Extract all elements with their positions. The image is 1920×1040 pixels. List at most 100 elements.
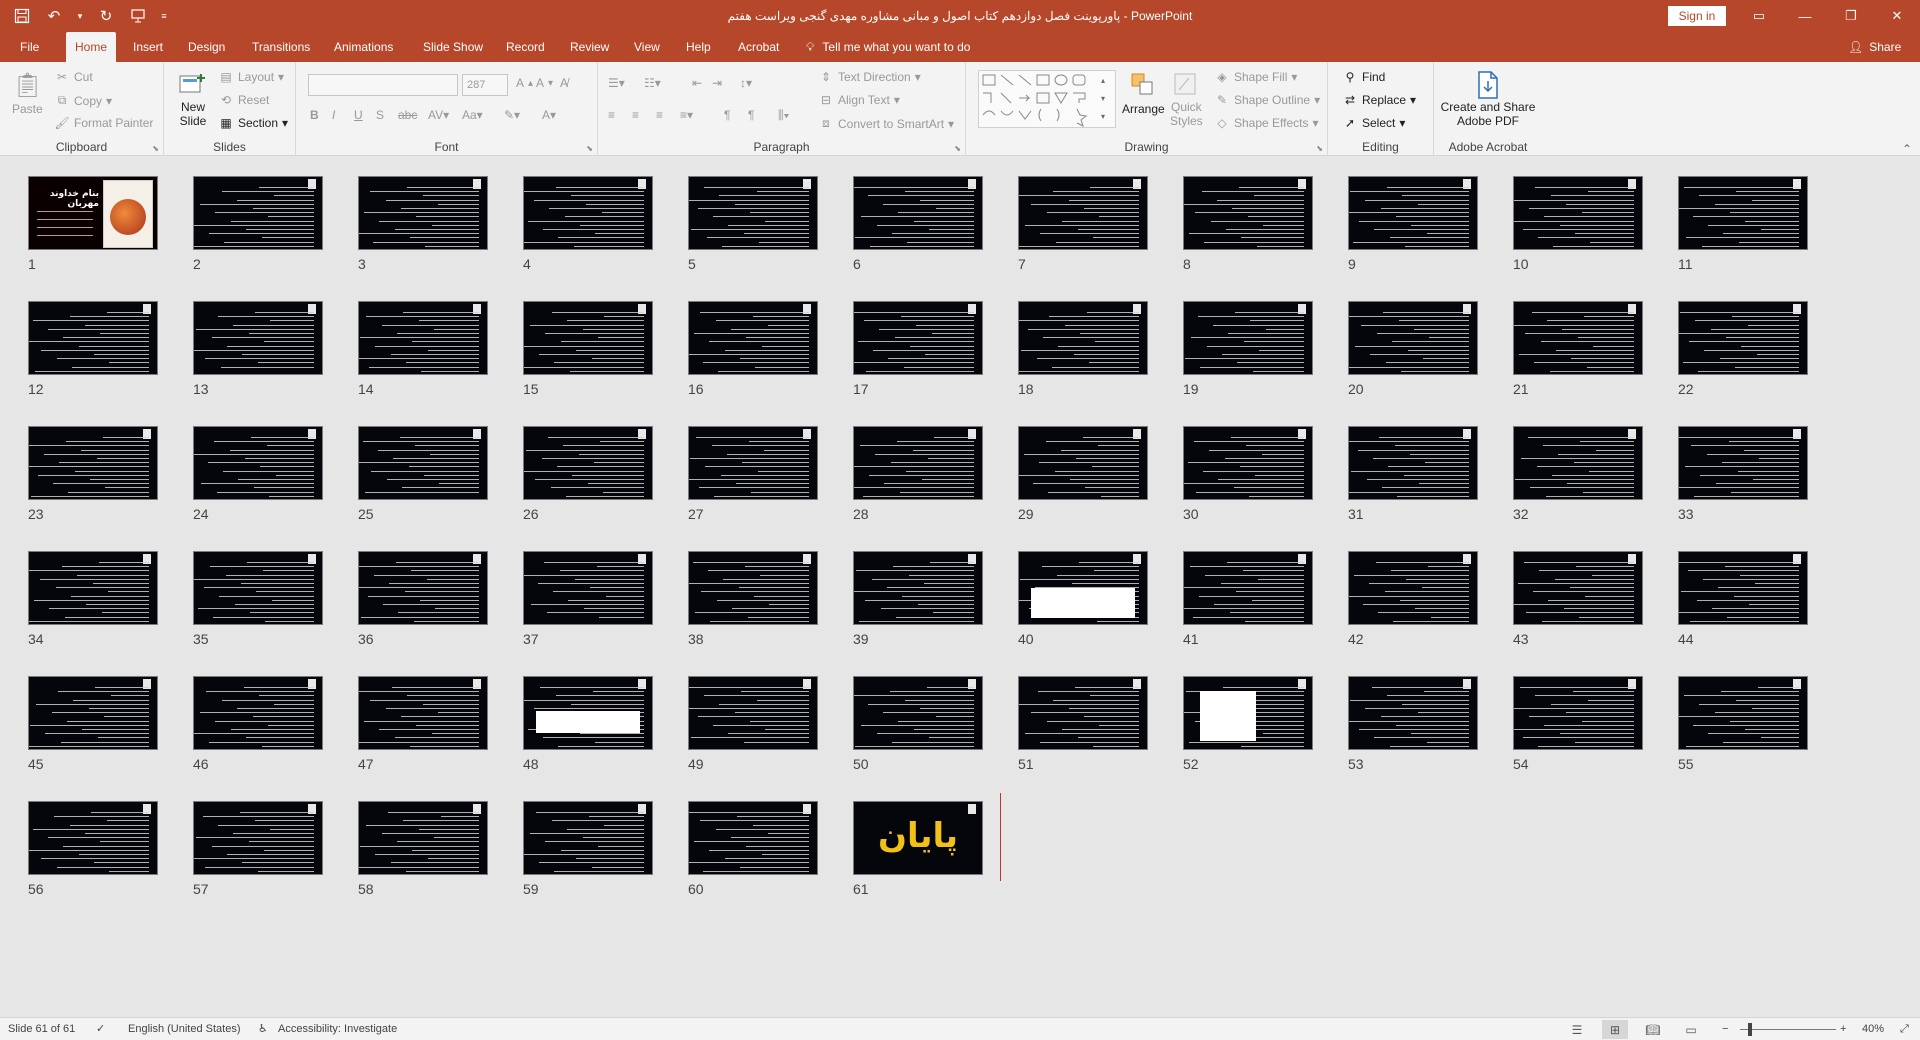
tab-record[interactable]: Record xyxy=(500,32,551,62)
slide-thumbnail[interactable] xyxy=(1183,676,1313,750)
minimize-icon[interactable]: — xyxy=(1782,0,1828,32)
shape-outline-button[interactable]: ✎ Shape Outline ▾ xyxy=(1214,93,1320,107)
tab-slide-show[interactable]: Slide Show xyxy=(417,32,489,62)
share-button[interactable]: 👤︎ Share xyxy=(1848,32,1901,62)
spelling-icon[interactable]: ✓︎ xyxy=(96,1018,105,1040)
slide-thumbnail[interactable] xyxy=(193,426,323,500)
slide-thumbnail[interactable] xyxy=(28,801,158,875)
zoom-out-icon[interactable]: − xyxy=(1722,1018,1728,1040)
customize-toolbar-icon[interactable]: ≡ xyxy=(158,4,170,28)
slide-thumbnail[interactable] xyxy=(1018,426,1148,500)
section-button[interactable]: ▦ Section ▾ xyxy=(218,116,288,130)
slide-thumbnail[interactable] xyxy=(193,801,323,875)
slide-thumbnail[interactable] xyxy=(28,676,158,750)
increase-indent-icon[interactable]: ⇥ xyxy=(712,76,722,90)
slide-thumbnail[interactable] xyxy=(28,426,158,500)
slide-thumbnail[interactable] xyxy=(28,551,158,625)
slide-thumbnail[interactable] xyxy=(358,176,488,250)
slide-thumbnail[interactable] xyxy=(1513,551,1643,625)
rtl-icon[interactable]: ¶ xyxy=(724,108,730,122)
tab-transitions[interactable]: Transitions xyxy=(246,32,316,62)
slide-thumbnail[interactable] xyxy=(523,426,653,500)
slide-show-view-icon[interactable]: ▭ xyxy=(1678,1020,1704,1039)
copy-button[interactable]: ⧉ Copy ▾ xyxy=(54,93,112,108)
slide-thumbnail[interactable] xyxy=(1183,176,1313,250)
slide-thumbnail[interactable] xyxy=(523,801,653,875)
shadow-icon[interactable]: S xyxy=(376,108,384,122)
slide-thumbnail[interactable] xyxy=(688,551,818,625)
slide-thumbnail[interactable] xyxy=(1678,426,1808,500)
columns-icon[interactable]: ⫼▾ xyxy=(778,108,789,123)
slide-thumbnail[interactable]: بنام خداوند مهربان xyxy=(28,176,158,250)
slide-thumbnail[interactable] xyxy=(193,551,323,625)
slide-thumbnail[interactable] xyxy=(688,426,818,500)
tab-animations[interactable]: Animations xyxy=(328,32,399,62)
decrease-font-icon[interactable]: A ▾ xyxy=(536,76,553,90)
slide-thumbnail[interactable] xyxy=(523,176,653,250)
slide-thumbnail[interactable] xyxy=(1348,551,1478,625)
slide-thumbnail[interactable]: پایان xyxy=(853,801,983,875)
shape-effects-button[interactable]: ◇ Shape Effects ▾ xyxy=(1214,116,1318,130)
cut-button[interactable]: ✂ Cut xyxy=(54,70,93,84)
slide-thumbnail[interactable] xyxy=(193,301,323,375)
shape-fill-button[interactable]: ◈ Shape Fill ▾ xyxy=(1214,70,1297,84)
slide-thumbnail[interactable] xyxy=(853,426,983,500)
zoom-slider[interactable] xyxy=(1740,1029,1836,1030)
zoom-slider-thumb[interactable] xyxy=(1748,1023,1752,1036)
undo-icon[interactable]: ↶ xyxy=(42,4,66,28)
numbering-icon[interactable]: ☷▾ xyxy=(644,76,661,90)
line-spacing-icon[interactable]: ↕▾ xyxy=(740,76,752,90)
ltr-icon[interactable]: ¶ xyxy=(748,108,754,122)
clear-formatting-icon[interactable]: A̸ xyxy=(560,76,568,90)
slide-thumbnail[interactable] xyxy=(358,301,488,375)
dialog-launcher-icon[interactable]: ⬊ xyxy=(1316,144,1323,153)
slide-thumbnail[interactable] xyxy=(358,676,488,750)
slide-thumbnail[interactable] xyxy=(1018,301,1148,375)
layout-button[interactable]: ▤ Layout ▾ xyxy=(218,70,284,84)
slide-thumbnail[interactable] xyxy=(193,676,323,750)
slide-thumbnail[interactable] xyxy=(28,301,158,375)
slide-thumbnail[interactable] xyxy=(1348,176,1478,250)
new-slide-button[interactable]: New Slide xyxy=(178,70,208,128)
slide-thumbnail[interactable] xyxy=(1678,551,1808,625)
justify-icon[interactable]: ≡▾ xyxy=(680,108,693,122)
slide-counter[interactable]: Slide 61 of 61 xyxy=(8,1018,75,1040)
slide-sorter-view-icon[interactable]: ⊞ xyxy=(1602,1020,1628,1039)
paste-button[interactable]: 📋︎ Paste xyxy=(12,70,43,117)
slide-thumbnail[interactable] xyxy=(358,551,488,625)
undo-dropdown-icon[interactable]: ▾ xyxy=(74,4,86,28)
bullets-icon[interactable]: ☰▾ xyxy=(608,76,625,90)
slide-thumbnail[interactable] xyxy=(1348,426,1478,500)
tab-acrobat[interactable]: Acrobat xyxy=(732,32,785,62)
dialog-launcher-icon[interactable]: ⬊ xyxy=(954,144,961,153)
present-from-beginning-icon[interactable] xyxy=(126,4,150,28)
reset-button[interactable]: ⟲ Reset xyxy=(218,93,269,107)
highlight-icon[interactable]: ✎▾ xyxy=(504,108,520,122)
slide-thumbnail[interactable] xyxy=(1018,551,1148,625)
select-button[interactable]: ➚ Select ▾ xyxy=(1342,116,1405,130)
arrange-button[interactable]: Arrange xyxy=(1122,70,1165,116)
tab-home[interactable]: Home xyxy=(66,32,116,62)
dialog-launcher-icon[interactable]: ⬊ xyxy=(586,144,593,153)
italic-icon[interactable]: I xyxy=(332,108,335,122)
slide-thumbnail[interactable] xyxy=(688,176,818,250)
collapse-ribbon-icon[interactable]: ⌃ xyxy=(1902,142,1912,156)
tab-help[interactable]: Help xyxy=(680,32,717,62)
slide-sorter[interactable]: بنام خداوند مهربان 1 2 3 4 5 6 7 8 9 10 11 12 13 14 15 1… xyxy=(0,157,1920,1017)
quick-styles-button[interactable]: Quick Styles xyxy=(1170,70,1203,128)
slide-thumbnail[interactable] xyxy=(688,676,818,750)
slide-thumbnail[interactable] xyxy=(1513,676,1643,750)
slide-thumbnail[interactable] xyxy=(193,176,323,250)
slide-thumbnail[interactable] xyxy=(358,801,488,875)
slide-thumbnail[interactable] xyxy=(523,676,653,750)
close-icon[interactable]: ✕ xyxy=(1874,0,1920,32)
slide-thumbnail[interactable] xyxy=(358,426,488,500)
tab-file[interactable]: File xyxy=(14,32,45,62)
align-right-icon[interactable]: ≡ xyxy=(656,108,663,122)
slide-thumbnail[interactable] xyxy=(1018,176,1148,250)
language-indicator[interactable]: English (United States) xyxy=(128,1018,241,1040)
strikethrough-icon[interactable]: abc xyxy=(398,108,417,122)
decrease-indent-icon[interactable]: ⇤ xyxy=(692,76,702,90)
slide-thumbnail[interactable] xyxy=(1183,426,1313,500)
slide-thumbnail[interactable] xyxy=(853,551,983,625)
